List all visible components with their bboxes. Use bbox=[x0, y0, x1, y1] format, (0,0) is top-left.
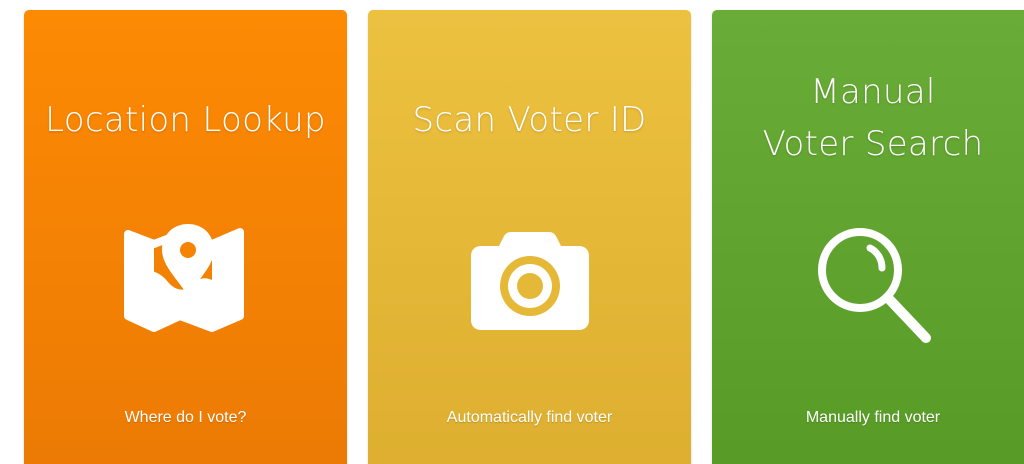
manual-voter-search-card[interactable]: Manual Voter Search Manually find voter bbox=[712, 10, 1024, 464]
location-lookup-subtitle: Where do I vote? bbox=[124, 409, 247, 426]
scan-voter-id-title: Scan Voter ID bbox=[412, 100, 647, 140]
manual-voter-search-title-line-1: Manual bbox=[810, 72, 936, 112]
location-lookup-card[interactable]: Location Lookup Where do I vote? bbox=[24, 10, 347, 464]
manual-voter-search-title-line-2: Voter Search bbox=[762, 124, 984, 164]
location-lookup-title: Location Lookup bbox=[45, 100, 326, 140]
magnifier-icon bbox=[818, 228, 931, 343]
map-pin-icon bbox=[124, 224, 244, 332]
scan-voter-id-card[interactable]: Scan Voter ID Automatically find voter bbox=[368, 10, 691, 464]
scan-voter-id-subtitle: Automatically find voter bbox=[446, 409, 613, 426]
manual-voter-search-subtitle: Manually find voter bbox=[805, 409, 941, 426]
manual-voter-search-title: Manual Voter Search bbox=[712, 66, 1024, 170]
camera-icon bbox=[471, 232, 589, 330]
voter-tools-panel: Location Lookup Where do I vote? Scan Vo… bbox=[0, 0, 1024, 464]
